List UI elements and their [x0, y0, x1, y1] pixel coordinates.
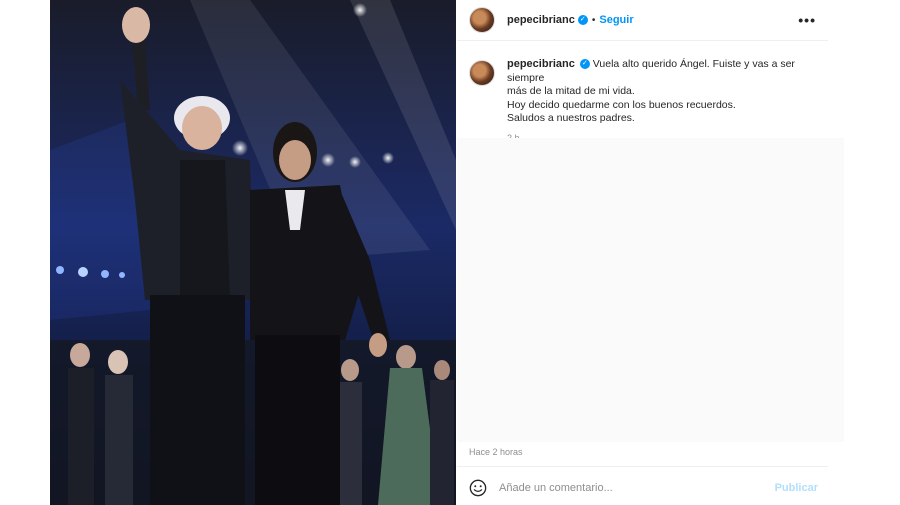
- caption-line-2: más de la mitad de mi vida.: [507, 85, 635, 97]
- avatar[interactable]: [469, 7, 495, 33]
- comment-bar: Publicar: [457, 474, 828, 502]
- post-photo[interactable]: [50, 0, 456, 505]
- concert-stage-image: [50, 0, 456, 505]
- post-side-panel: pepecibrianc ✓ • Seguir ••• pepecibrianc…: [457, 0, 844, 505]
- caption-line-3: Hoy decido quedarme con los buenos recue…: [507, 98, 736, 111]
- post-header: pepecibrianc ✓ • Seguir •••: [457, 0, 828, 41]
- more-options-icon[interactable]: •••: [798, 12, 816, 28]
- comments-area: [457, 138, 844, 442]
- divider: [457, 466, 828, 467]
- caption-username-link[interactable]: pepecibrianc: [507, 58, 575, 70]
- caption-line-4: Saludos a nuestros padres.: [507, 112, 635, 124]
- post-timestamp[interactable]: Hace 2 horas: [469, 447, 523, 457]
- post-caption: pepecibrianc ✓ Vuela alto querido Ángel. …: [469, 58, 819, 145]
- separator-dot: •: [591, 14, 596, 26]
- emoji-icon[interactable]: [469, 479, 487, 497]
- caption-body: pepecibrianc ✓ Vuela alto querido Ángel. …: [507, 58, 819, 145]
- follow-button[interactable]: Seguir: [599, 14, 633, 26]
- username-link[interactable]: pepecibrianc: [507, 14, 575, 26]
- comment-input[interactable]: [497, 481, 761, 495]
- verified-badge-icon: ✓: [577, 15, 588, 25]
- publish-button[interactable]: Publicar: [775, 482, 818, 494]
- verified-badge-icon: ✓: [579, 59, 590, 70]
- header-user-info: pepecibrianc ✓ • Seguir: [507, 14, 634, 26]
- caption-avatar[interactable]: [469, 60, 495, 86]
